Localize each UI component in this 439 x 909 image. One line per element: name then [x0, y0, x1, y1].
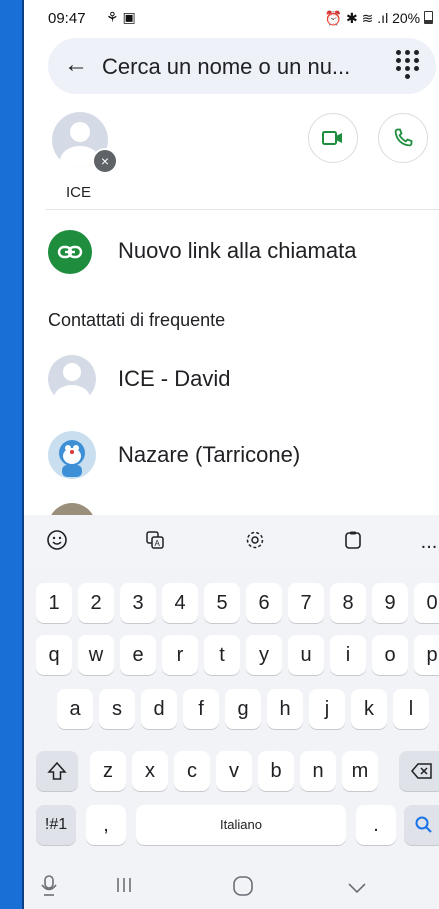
status-bar: 09:47 ⚘ ▣ ⏰ ✱ ≋ .ıl 20%	[24, 0, 439, 38]
key-u[interactable]: u	[288, 635, 324, 675]
backspace-key[interactable]	[399, 751, 439, 791]
key-c[interactable]: c	[174, 751, 210, 791]
navigation-bar	[24, 867, 439, 909]
key-l[interactable]: l	[393, 689, 429, 729]
key-r[interactable]: r	[162, 635, 198, 675]
key-a[interactable]: a	[57, 689, 93, 729]
hide-keyboard-icon[interactable]	[346, 875, 368, 901]
search-input[interactable]	[100, 50, 384, 84]
battery-level: 20%	[392, 10, 421, 26]
key-d[interactable]: d	[141, 689, 177, 729]
search-icon	[415, 816, 432, 833]
frequent-contacts-heading: Contattati di frequente	[48, 310, 226, 330]
list-item[interactable]: Nazare (Tarricone)	[46, 428, 439, 482]
key-y[interactable]: y	[246, 635, 282, 675]
microphone-icon[interactable]	[40, 875, 58, 903]
key-8[interactable]: 8	[330, 583, 366, 623]
search-key[interactable]	[404, 805, 439, 845]
list-item[interactable]: ICE - David	[46, 352, 439, 406]
keyboard-toolbar: A ...	[24, 515, 439, 567]
period-key[interactable]: .	[356, 805, 396, 845]
key-s[interactable]: s	[99, 689, 135, 729]
key-t[interactable]: t	[204, 635, 240, 675]
list-item[interactable]	[46, 500, 439, 515]
backspace-icon	[411, 763, 432, 779]
key-o[interactable]: o	[372, 635, 408, 675]
key-b[interactable]: b	[258, 751, 294, 791]
phone-icon	[394, 128, 413, 147]
clipboard-icon[interactable]	[340, 529, 366, 555]
selected-contact: × ICE	[48, 108, 438, 203]
key-i[interactable]: i	[330, 635, 366, 675]
key-q[interactable]: q	[36, 635, 72, 675]
key-7[interactable]: 7	[288, 583, 324, 623]
key-k[interactable]: k	[351, 689, 387, 729]
status-right-icons: ⏰ ✱ ≋ .ıl 20%	[325, 10, 433, 27]
contact-name: Nazare (Tarricone)	[118, 442, 301, 467]
key-f[interactable]: f	[183, 689, 219, 729]
translate-icon[interactable]: A	[142, 529, 168, 555]
shift-key[interactable]	[36, 751, 78, 791]
system-icons: ⏰ ✱ ≋ .ıl	[324, 10, 389, 26]
search-bar[interactable]: ←	[48, 38, 436, 94]
key-n[interactable]: n	[300, 751, 336, 791]
key-1[interactable]: 1	[36, 583, 72, 623]
battery-icon	[424, 11, 433, 24]
key-5[interactable]: 5	[204, 583, 240, 623]
home-icon[interactable]	[232, 875, 254, 903]
key-9[interactable]: 9	[372, 583, 408, 623]
voice-call-button[interactable]	[378, 113, 428, 163]
back-arrow-icon[interactable]: ←	[64, 51, 88, 79]
phone-screen: 09:47 ⚘ ▣ ⏰ ✱ ≋ .ıl 20% ← × ICE	[22, 0, 439, 909]
key-x[interactable]: x	[132, 751, 168, 791]
contact-name: ICE - David	[118, 366, 231, 391]
key-j[interactable]: j	[309, 689, 345, 729]
key-g[interactable]: g	[225, 689, 261, 729]
status-time: 09:47	[48, 10, 86, 27]
keyboard: A ... 1234567890 qwertyuiop asdfghjkl zx…	[24, 515, 439, 909]
new-call-link-row[interactable]: Nuovo link alla chiamata	[46, 226, 439, 278]
key-0[interactable]: 0	[414, 583, 439, 623]
link-icon	[48, 230, 92, 274]
avatar	[48, 431, 96, 479]
remove-contact-icon[interactable]: ×	[92, 148, 118, 174]
key-6[interactable]: 6	[246, 583, 282, 623]
settings-gear-icon[interactable]	[242, 529, 268, 555]
space-key[interactable]: Italiano	[136, 805, 346, 845]
key-w[interactable]: w	[78, 635, 114, 675]
recent-apps-icon[interactable]	[116, 875, 132, 901]
more-options-icon[interactable]: ...	[416, 529, 439, 555]
contact-name: ICE	[66, 184, 92, 201]
video-call-button[interactable]	[308, 113, 358, 163]
divider	[46, 209, 439, 210]
avatar	[48, 355, 96, 403]
key-4[interactable]: 4	[162, 583, 198, 623]
key-v[interactable]: v	[216, 751, 252, 791]
key-h[interactable]: h	[267, 689, 303, 729]
new-call-link-label: Nuovo link alla chiamata	[118, 238, 357, 263]
dialpad-icon[interactable]	[396, 50, 420, 80]
emoji-icon[interactable]	[44, 529, 70, 555]
key-z[interactable]: z	[90, 751, 126, 791]
avatar	[48, 503, 96, 515]
video-camera-icon	[322, 131, 342, 145]
key-m[interactable]: m	[342, 751, 378, 791]
key-3[interactable]: 3	[120, 583, 156, 623]
svg-text:A: A	[155, 539, 161, 548]
key-2[interactable]: 2	[78, 583, 114, 623]
shift-icon	[47, 761, 67, 780]
key-e[interactable]: e	[120, 635, 156, 675]
key-p[interactable]: p	[414, 635, 439, 675]
symbols-key[interactable]: !#1	[36, 805, 76, 845]
notification-icons: ⚘ ▣	[106, 9, 136, 25]
comma-key[interactable]: ,	[86, 805, 126, 845]
